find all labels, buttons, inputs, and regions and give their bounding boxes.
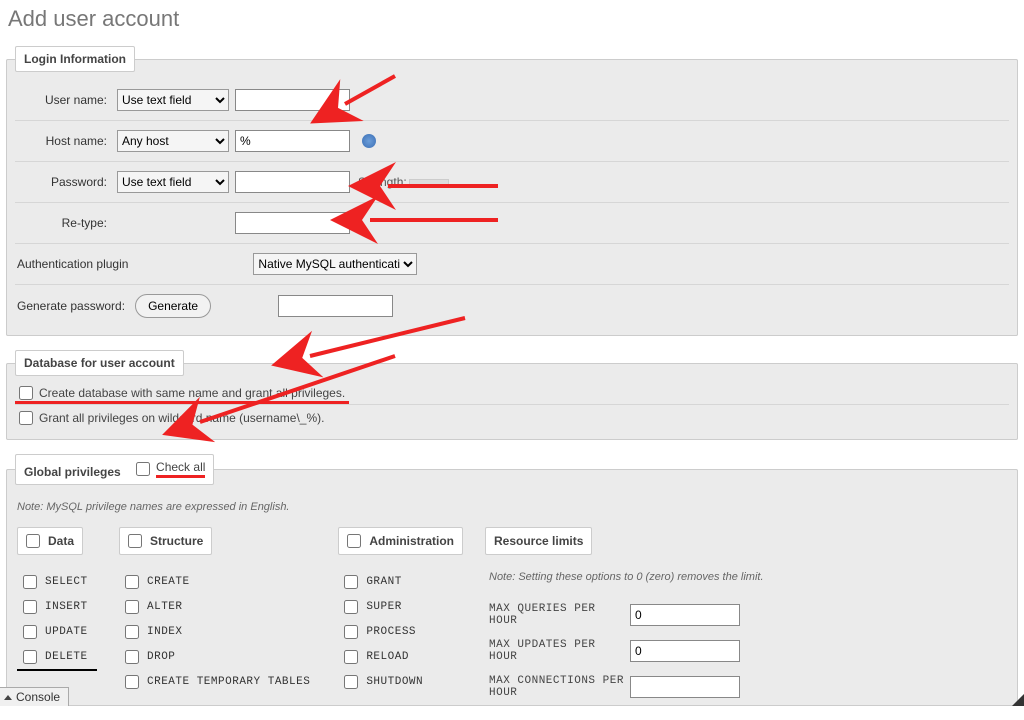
username-row: User name: Use text field (15, 80, 1009, 120)
chevron-up-icon (4, 695, 12, 700)
username-label: User name: (15, 93, 111, 107)
create-db-label[interactable]: Create database with same name and grant… (39, 386, 345, 400)
password-mode-select[interactable]: Use text field (117, 171, 229, 193)
strength-indicator: Strength: (358, 175, 449, 189)
priv-drop-checkbox[interactable] (125, 650, 139, 664)
grant-wildcard-checkbox[interactable] (19, 411, 33, 425)
priv-create-temp: CREATE TEMPORARY TABLES (119, 669, 316, 694)
admin-check-all[interactable] (347, 534, 361, 548)
admin-privileges: Administration GRANT SUPER PROCESS RELOA… (338, 527, 463, 694)
generated-password-input[interactable] (278, 295, 393, 317)
max-queries-input[interactable] (630, 604, 740, 626)
auth-plugin-label: Authentication plugin (15, 257, 132, 271)
hostname-mode-select[interactable]: Any host (117, 130, 229, 152)
hostname-input[interactable] (235, 130, 350, 152)
priv-select: SELECT (17, 569, 97, 594)
username-input[interactable] (235, 89, 350, 111)
structure-head: Structure (119, 527, 212, 555)
strength-bar (409, 179, 449, 185)
database-legend: Database for user account (15, 350, 184, 376)
grant-wildcard-label[interactable]: Grant all privileges on wildcard name (u… (39, 411, 324, 425)
create-db-checkbox[interactable] (19, 386, 33, 400)
priv-insert-checkbox[interactable] (23, 600, 37, 614)
global-privileges-legend: Global privileges Check all (15, 454, 214, 485)
admin-head: Administration (338, 527, 463, 555)
priv-update: UPDATE (17, 619, 97, 644)
data-head: Data (17, 527, 83, 555)
check-all-label[interactable]: Check all (156, 460, 205, 478)
priv-grant: GRANT (338, 569, 463, 594)
priv-alter-checkbox[interactable] (125, 600, 139, 614)
priv-create-temp-checkbox[interactable] (125, 675, 139, 689)
priv-index-checkbox[interactable] (125, 625, 139, 639)
max-conn-label: MAX CONNECTIONS PER HOUR (489, 675, 624, 699)
priv-drop: DROP (119, 644, 316, 669)
auth-plugin-row: Authentication plugin Native MySQL authe… (15, 243, 1009, 284)
database-fieldset: Database for user account Create databas… (6, 350, 1018, 440)
hostname-row: Host name: Any host (15, 120, 1009, 161)
structure-check-all[interactable] (128, 534, 142, 548)
max-conn-input[interactable] (630, 676, 740, 698)
privilege-note: Note: MySQL privilege names are expresse… (17, 501, 1007, 513)
max-queries-label: MAX QUERIES PER HOUR (489, 603, 624, 627)
global-privileges-fieldset: Global privileges Check all Note: MySQL … (6, 454, 1018, 706)
page-title: Add user account (8, 6, 1016, 32)
console-label: Console (16, 690, 60, 704)
max-updates-label: MAX UPDATES PER HOUR (489, 639, 624, 663)
priv-delete: DELETE (17, 644, 97, 671)
structure-privileges: Structure CREATE ALTER INDEX DROP CREATE… (119, 527, 316, 694)
generate-password-row: Generate password: Generate (15, 284, 1009, 327)
priv-reload-checkbox[interactable] (344, 650, 358, 664)
hostname-label: Host name: (15, 134, 111, 148)
auth-plugin-select[interactable]: Native MySQL authentication (253, 253, 417, 275)
priv-super-checkbox[interactable] (344, 600, 358, 614)
priv-insert: INSERT (17, 594, 97, 619)
resize-handle-icon[interactable] (1012, 694, 1024, 706)
priv-process: PROCESS (338, 619, 463, 644)
help-icon[interactable] (362, 134, 376, 148)
priv-create-checkbox[interactable] (125, 575, 139, 589)
data-check-all[interactable] (26, 534, 40, 548)
check-all-checkbox[interactable] (136, 462, 150, 476)
password-input[interactable] (235, 171, 350, 193)
retype-row: Re-type: (15, 202, 1009, 243)
create-db-option-row: Create database with same name and grant… (15, 384, 349, 404)
password-row: Password: Use text field Strength: (15, 161, 1009, 202)
priv-select-checkbox[interactable] (23, 575, 37, 589)
login-information-legend: Login Information (15, 46, 135, 72)
generate-button[interactable]: Generate (135, 294, 211, 318)
priv-reload: RELOAD (338, 644, 463, 669)
max-updates-row: MAX UPDATES PER HOUR (485, 633, 768, 669)
password-label: Password: (15, 175, 111, 189)
priv-index: INDEX (119, 619, 316, 644)
resource-head: Resource limits (485, 527, 592, 555)
priv-alter: ALTER (119, 594, 316, 619)
retype-label: Re-type: (15, 216, 111, 230)
strength-label: Strength: (358, 175, 407, 189)
priv-process-checkbox[interactable] (344, 625, 358, 639)
data-privileges: Data SELECT INSERT UPDATE DELETE (17, 527, 97, 671)
username-mode-select[interactable]: Use text field (117, 89, 229, 111)
priv-shutdown-checkbox[interactable] (344, 675, 358, 689)
max-queries-row: MAX QUERIES PER HOUR (485, 597, 768, 633)
max-conn-row: MAX CONNECTIONS PER HOUR (485, 669, 768, 705)
priv-create: CREATE (119, 569, 316, 594)
priv-super: SUPER (338, 594, 463, 619)
console-toggle[interactable]: Console (0, 687, 69, 706)
priv-delete-checkbox[interactable] (23, 650, 37, 664)
resource-note: Note: Setting these options to 0 (zero) … (489, 571, 764, 583)
retype-input[interactable] (235, 212, 350, 234)
generate-password-label: Generate password: (15, 299, 129, 313)
login-information-fieldset: Login Information User name: Use text fi… (6, 46, 1018, 336)
grant-wildcard-option-row: Grant all privileges on wildcard name (u… (15, 404, 1009, 431)
priv-grant-checkbox[interactable] (344, 575, 358, 589)
priv-shutdown: SHUTDOWN (338, 669, 463, 694)
priv-update-checkbox[interactable] (23, 625, 37, 639)
max-updates-input[interactable] (630, 640, 740, 662)
resource-limits: Resource limits Note: Setting these opti… (485, 527, 768, 705)
